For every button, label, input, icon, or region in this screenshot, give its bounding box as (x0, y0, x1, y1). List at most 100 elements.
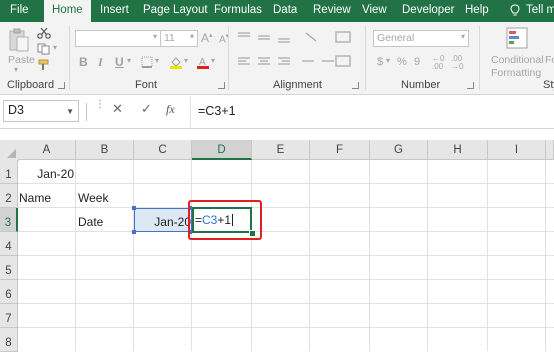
increase-decimal-icon[interactable]: ←0.00 (432, 55, 444, 71)
group-divider (228, 26, 229, 90)
row-header-6[interactable]: 6 (0, 280, 18, 304)
tab-page-layout[interactable]: Page Layout (143, 0, 208, 22)
cell-a1[interactable]: Jan-20 (18, 167, 74, 181)
conditional-formatting-button[interactable]: Conditional Formatting (491, 54, 544, 80)
conditional-formatting-icon[interactable] (505, 26, 529, 50)
column-header-d[interactable]: D (192, 140, 252, 160)
cell-c3[interactable]: Jan-20 (134, 215, 191, 229)
column-header-e[interactable]: E (252, 140, 310, 160)
underline-dropdown-icon[interactable]: ▾ (127, 56, 131, 65)
alignment-group-label: Alignment (273, 79, 322, 91)
paste-button-label[interactable]: Paste (8, 54, 35, 66)
reference-handle[interactable] (132, 206, 136, 210)
tab-file[interactable]: File (10, 0, 29, 22)
borders-icon[interactable] (141, 56, 153, 68)
formula-bar: D3 ▼ ⋮ ✕ ✓ fx =C3+1 (0, 95, 554, 129)
borders-dropdown-icon[interactable]: ▾ (155, 56, 159, 65)
gridline (18, 183, 554, 184)
format-as-table-button[interactable]: Fo (545, 54, 554, 66)
cut-icon[interactable] (37, 27, 51, 39)
column-header-next[interactable] (546, 140, 554, 160)
bold-button[interactable]: B (79, 55, 88, 69)
font-launcher-icon[interactable] (218, 82, 225, 89)
group-divider (479, 26, 480, 90)
gridline (18, 255, 554, 256)
fill-color-dropdown-icon[interactable]: ▾ (184, 56, 188, 65)
ribbon-tab-bar: File Home Insert Page Layout Formulas Da… (0, 0, 554, 22)
alignment-controls[interactable] (236, 30, 356, 72)
column-header-a[interactable]: A (18, 140, 76, 160)
tab-developer[interactable]: Developer (402, 0, 454, 22)
paste-icon[interactable] (8, 28, 30, 54)
name-box[interactable]: D3 ▼ (3, 100, 79, 122)
tab-view[interactable]: View (362, 0, 387, 22)
cell-b2[interactable]: Week (78, 191, 108, 205)
column-header-f[interactable]: F (310, 140, 370, 160)
column-header-c[interactable]: C (134, 140, 192, 160)
number-launcher-icon[interactable] (467, 82, 474, 89)
row-header-1[interactable]: 1 (0, 160, 18, 184)
row-header-8[interactable]: 8 (0, 328, 18, 352)
tab-help[interactable]: Help (465, 0, 489, 22)
paste-dropdown-icon[interactable]: ▾ (14, 65, 18, 74)
chevron-down-icon: ▾ (189, 32, 194, 41)
italic-button[interactable]: I (98, 55, 103, 70)
number-format-dropdown[interactable]: General ▾ (373, 30, 469, 47)
gridline (18, 279, 554, 280)
cell-a2[interactable]: Name (19, 191, 51, 205)
formula-bar-border (0, 128, 554, 129)
row-header-2[interactable]: 2 (0, 184, 18, 208)
font-color-dropdown-icon[interactable]: ▾ (211, 56, 215, 65)
row-header-3[interactable]: 3 (0, 208, 18, 232)
copy-dropdown-icon[interactable]: ▾ (53, 43, 57, 52)
column-header-i[interactable]: I (488, 140, 546, 160)
chevron-down-icon: ▼ (66, 107, 74, 116)
tab-review[interactable]: Review (313, 0, 351, 22)
row-header-5[interactable]: 5 (0, 256, 18, 280)
format-painter-icon[interactable] (37, 59, 51, 71)
alignment-launcher-icon[interactable] (352, 82, 359, 89)
reference-handle[interactable] (132, 230, 136, 234)
tab-data[interactable]: Data (273, 0, 297, 22)
chevron-down-icon: ▾ (460, 32, 465, 41)
gridline (18, 207, 554, 208)
lightbulb-icon[interactable] (510, 4, 520, 17)
column-header-g[interactable]: G (370, 140, 428, 160)
font-color-icon[interactable]: A (196, 55, 210, 69)
cell-b3[interactable]: Date (78, 215, 103, 229)
more-options-icon[interactable]: ⋮ (95, 99, 105, 110)
tab-home[interactable]: Home (44, 0, 91, 22)
currency-format-button[interactable]: $ (377, 56, 383, 68)
currency-dropdown-icon[interactable]: ▾ (386, 56, 390, 65)
highlight-annotation-box (188, 200, 262, 240)
name-box-value: D3 (8, 103, 24, 117)
cancel-icon[interactable]: ✕ (112, 101, 123, 117)
formula-input[interactable]: =C3+1 (198, 104, 236, 118)
tell-me-search[interactable]: Tell me (526, 0, 554, 22)
comma-format-button[interactable]: 9 (414, 56, 420, 68)
enter-icon[interactable]: ✓ (141, 101, 152, 117)
worksheet-grid: A B C D E F G H I 1 2 3 4 5 6 7 8 Jan-20… (0, 140, 554, 352)
decrease-decimal-icon[interactable]: .00 →0 (451, 55, 463, 71)
copy-icon[interactable] (37, 43, 51, 55)
chevron-down-icon: ▾ (152, 32, 157, 41)
column-header-h[interactable]: H (428, 140, 488, 160)
insert-function-icon[interactable]: fx (166, 102, 175, 117)
fill-color-icon[interactable] (169, 55, 183, 69)
number-group-label: Number (401, 79, 441, 91)
increase-font-icon[interactable]: A▴ (201, 31, 213, 45)
select-all-corner[interactable] (0, 140, 19, 161)
group-divider (365, 26, 366, 90)
percent-format-button[interactable]: % (397, 56, 407, 68)
tab-insert[interactable]: Insert (100, 0, 129, 22)
clipboard-launcher-icon[interactable] (58, 82, 65, 89)
number-format-value: General (377, 32, 415, 44)
font-size-dropdown[interactable]: 11 ▾ (160, 30, 198, 47)
underline-button[interactable]: U (115, 55, 124, 69)
font-name-dropdown[interactable]: ▾ (75, 30, 161, 47)
row-header-4[interactable]: 4 (0, 232, 18, 256)
font-group-label: Font (135, 79, 158, 91)
column-header-b[interactable]: B (76, 140, 134, 160)
tab-formulas[interactable]: Formulas (214, 0, 262, 22)
row-header-7[interactable]: 7 (0, 304, 18, 328)
